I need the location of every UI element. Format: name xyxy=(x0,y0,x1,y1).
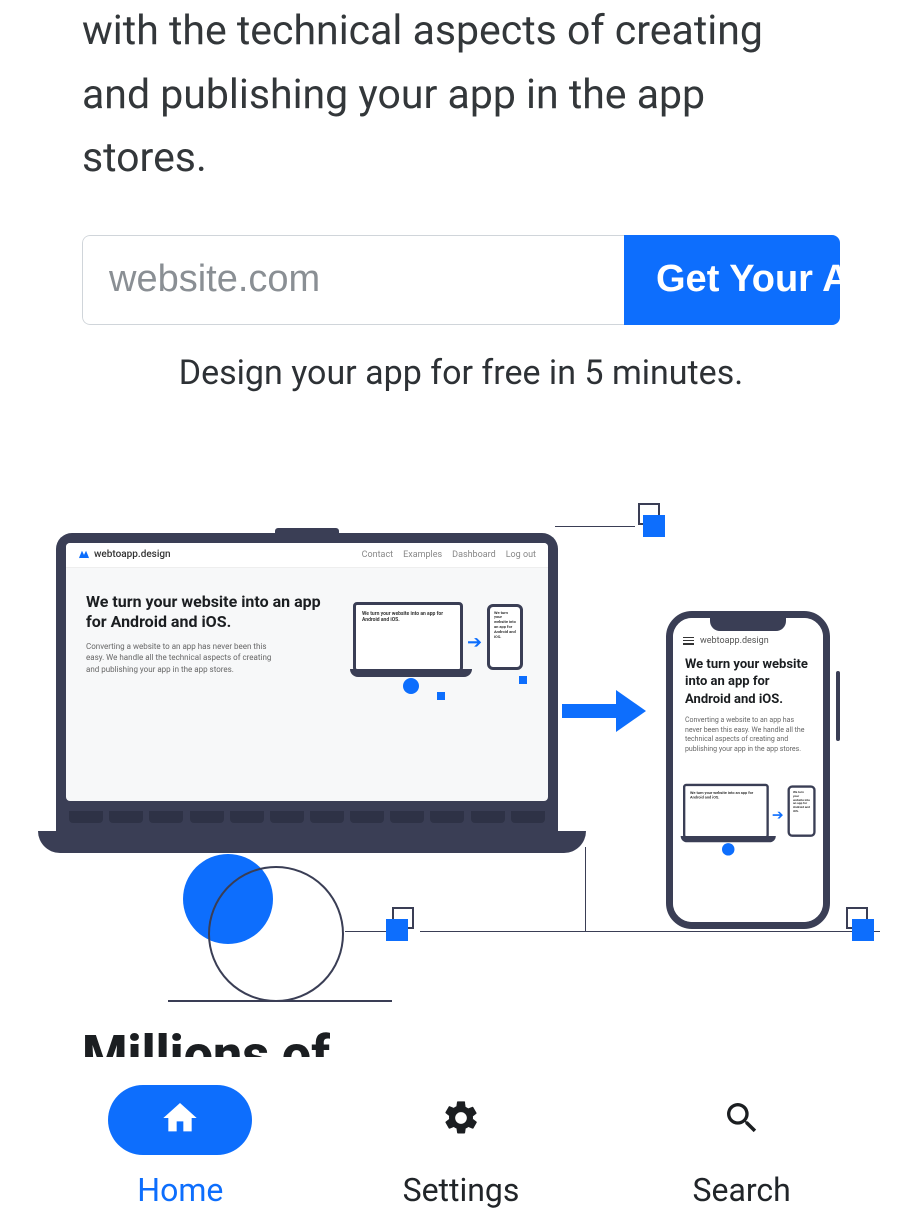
tagline-text: Design your app for free in 5 minutes. xyxy=(82,353,840,393)
nav-settings[interactable]: Settings xyxy=(389,1085,533,1209)
tiny-lap-text: We turn your website into an app for And… xyxy=(685,786,766,805)
url-input-row: Get Your App xyxy=(82,235,840,325)
tiny-lap-text: We turn your website into an app for And… xyxy=(356,605,460,629)
phone-subtext: Converting a website to an app has never… xyxy=(683,716,813,754)
hero-subtext: with the technical aspects of creating a… xyxy=(82,0,840,191)
mini-nav-item: Dashboard xyxy=(452,550,496,560)
bottom-navigation: Home Settings Search xyxy=(0,1062,922,1232)
arrow-right-icon xyxy=(562,688,646,738)
nav-settings-label: Settings xyxy=(403,1171,520,1209)
nav-home[interactable]: Home xyxy=(108,1085,252,1209)
gear-icon xyxy=(441,1098,481,1142)
nav-home-label: Home xyxy=(137,1171,223,1209)
burger-icon xyxy=(683,637,694,645)
tiny-arrow-icon: ➔ xyxy=(772,807,784,823)
mini-brand-text: webtoapp.design xyxy=(94,549,171,560)
search-icon xyxy=(722,1098,762,1142)
home-icon xyxy=(160,1098,200,1142)
mini-nav-item: Examples xyxy=(403,550,442,560)
mini-subtext: Converting a website to an app has never… xyxy=(86,641,281,675)
tiny-arrow-icon: ➔ xyxy=(467,632,482,653)
decor-circle-outline xyxy=(208,866,344,1002)
decor-baseline xyxy=(168,1000,392,1002)
phone-graphic: webtoapp.design We turn your website int… xyxy=(666,611,830,929)
nav-search-label: Search xyxy=(692,1171,790,1209)
mini-nav: Contact Examples Dashboard Log out xyxy=(362,550,536,560)
phone-brand-text: webtoapp.design xyxy=(700,636,769,646)
phone-headline: We turn your website into an app for And… xyxy=(683,656,813,709)
mini-nav-item: Contact xyxy=(362,550,393,560)
mini-nav-item: Log out xyxy=(506,550,536,560)
tiny-phone-text: We turn your website into an app for And… xyxy=(490,607,520,644)
brand-mark-icon xyxy=(78,549,90,561)
get-your-app-button[interactable]: Get Your App xyxy=(624,235,840,325)
nav-search[interactable]: Search xyxy=(670,1085,814,1209)
mini-headline: We turn your website into an app for And… xyxy=(86,592,334,634)
mini-brand-logo: webtoapp.design xyxy=(78,549,171,561)
website-url-input[interactable] xyxy=(82,235,624,325)
tiny-illustration: We turn your website into an app for And… xyxy=(353,592,523,692)
tiny-phone-text: We turn your website into an app for And… xyxy=(790,788,813,817)
laptop-graphic: webtoapp.design Contact Examples Dashboa… xyxy=(56,528,558,831)
conversion-illustration: webtoapp.design Contact Examples Dashboa… xyxy=(0,513,922,1033)
